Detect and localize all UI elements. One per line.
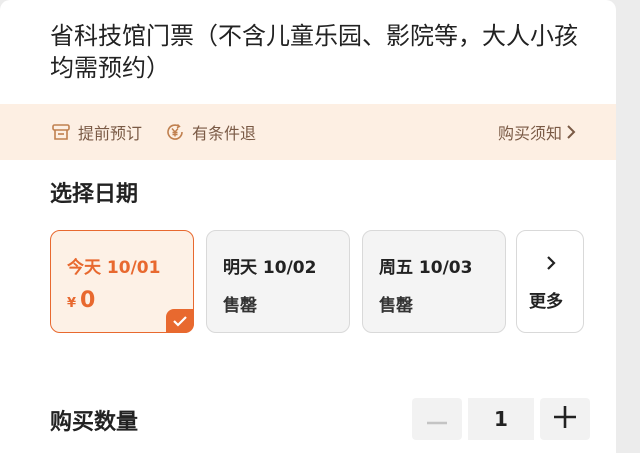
notice-bar: 提前预订 有条件退 购买须知	[0, 104, 616, 160]
date-label: 今天 10/01	[67, 258, 161, 278]
plus-icon	[554, 406, 576, 432]
ticket-title: 省科技馆门票（不含儿童乐园、影院等，大人小孩均需预约）	[50, 22, 578, 82]
notice-advance-booking: 提前预订	[50, 104, 142, 160]
purchase-notice-label: 购买须知	[497, 124, 562, 143]
chevron-right-icon	[545, 255, 557, 271]
ticket-card: 省科技馆门票（不含儿童乐园、影院等，大人小孩均需预约） 提前预订 有条件退 购买…	[0, 0, 616, 453]
notice-refund-policy: 有条件退	[164, 104, 256, 160]
yen-refund-icon	[164, 121, 186, 143]
date-label: 周五 10/03	[379, 258, 473, 278]
more-dates-button[interactable]: 更多	[516, 230, 584, 333]
date-option-tomorrow[interactable]: 明天 10/02 售罄	[206, 230, 350, 333]
ticket-icon	[50, 121, 72, 143]
quantity-value[interactable]: 1	[468, 398, 534, 440]
currency-symbol: ¥	[67, 296, 77, 311]
sold-out-status: 售罄	[223, 296, 257, 316]
quantity-title: 购买数量	[50, 410, 139, 435]
minus-icon	[427, 410, 447, 429]
sold-out-status: 售罄	[379, 296, 413, 316]
date-option-friday[interactable]: 周五 10/03 售罄	[362, 230, 506, 333]
more-label: 更多	[529, 292, 563, 312]
notice-label: 提前预订	[78, 124, 143, 143]
date-label: 明天 10/02	[223, 258, 317, 278]
price-value: 0	[80, 288, 96, 313]
checkmark-icon	[166, 309, 194, 333]
decrease-quantity-button[interactable]	[412, 398, 462, 440]
chevron-right-icon	[566, 125, 576, 139]
increase-quantity-button[interactable]	[540, 398, 590, 440]
purchase-notice-link[interactable]: 购买须知	[498, 104, 576, 160]
notice-label: 有条件退	[192, 124, 257, 143]
date-option-today[interactable]: 今天 10/01 ¥ 0	[50, 230, 194, 333]
date-section-title: 选择日期	[50, 182, 139, 207]
